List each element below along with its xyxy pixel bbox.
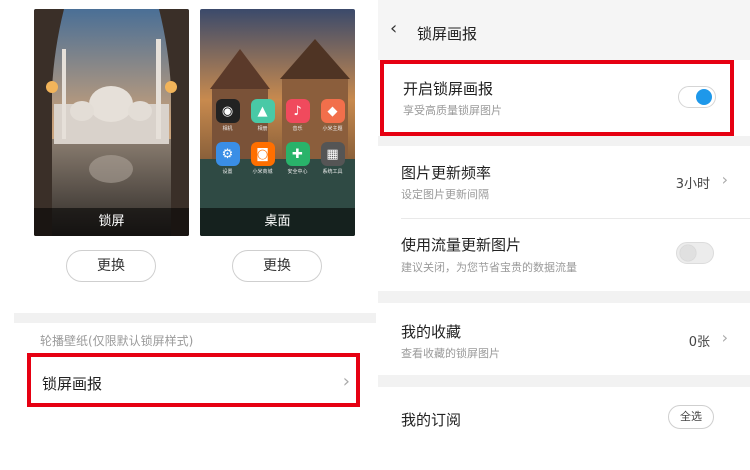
app-theme[interactable]: ◆ 小米主题 — [315, 99, 350, 132]
lockscreen-preview[interactable]: 锁屏 — [34, 9, 189, 236]
enable-toggle[interactable] — [678, 86, 716, 108]
change-lockscreen-button[interactable]: 更换 — [66, 250, 156, 282]
mosque-wallpaper — [34, 9, 189, 236]
section-divider — [14, 313, 376, 323]
music-icon: ♪ — [285, 99, 310, 123]
settings-icon: ⚙ — [215, 142, 240, 166]
subscriptions-title: 我的订阅 — [401, 411, 462, 429]
camera-icon: ◉ — [215, 99, 240, 123]
lockscreen-magazine-label: 锁屏画报 — [42, 375, 103, 393]
mobile-data-toggle[interactable] — [676, 242, 714, 264]
homescreen-caption: 桌面 — [200, 208, 355, 236]
favorites-card: 我的收藏 查看收藏的锁屏图片 0张 › — [378, 303, 750, 375]
favorites-title: 我的收藏 — [401, 323, 462, 341]
subscriptions-row[interactable]: 我的订阅 全选 — [378, 387, 750, 447]
store-icon: ◙ — [250, 142, 275, 166]
app-gallery[interactable]: ▲ 相册 — [245, 99, 280, 132]
lockscreen-magazine-entry[interactable]: 锁屏画报 › — [27, 353, 360, 407]
wallpaper-settings-panel: 锁屏 ◉ 相机 ▲ 相册 ♪ 音乐 ◆ 小米主题 ⚙ 设置 ◙ 小米商城 ✚ 安… — [0, 0, 376, 470]
enable-subtitle: 享受高质量锁屏图片 — [403, 104, 502, 117]
chevron-right-icon: › — [342, 371, 350, 392]
carousel-wallpaper-hint: 轮播壁纸(仅限默认锁屏样式) — [40, 334, 194, 348]
chevron-right-icon: › — [721, 328, 728, 347]
app-camera[interactable]: ◉ 相机 — [210, 99, 245, 132]
page-title: 锁屏画报 — [417, 25, 478, 43]
chevron-right-icon: › — [721, 170, 728, 189]
update-frequency-row[interactable]: 图片更新频率 设定图片更新间隔 3小时 › — [378, 146, 750, 218]
app-store[interactable]: ◙ 小米商城 — [245, 142, 280, 175]
app-security[interactable]: ✚ 安全中心 — [280, 142, 315, 175]
tools-icon: ▦ — [320, 142, 345, 166]
enable-lockscreen-magazine-row[interactable]: 开启锁屏画报 享受高质量锁屏图片 — [380, 60, 734, 136]
lockscreen-caption: 锁屏 — [34, 208, 189, 236]
subscriptions-card: 我的订阅 全选 — [378, 387, 750, 470]
app-settings[interactable]: ⚙ 设置 — [210, 142, 245, 175]
app-bar: ‹ 锁屏画报 — [378, 0, 750, 60]
lockscreen-magazine-settings: ‹ 锁屏画报 开启锁屏画报 享受高质量锁屏图片 图片更新频率 设定图片更新间隔 … — [378, 0, 750, 470]
frequency-title: 图片更新频率 — [401, 164, 492, 182]
change-homescreen-button[interactable]: 更换 — [232, 250, 322, 282]
toggle-knob — [696, 89, 712, 105]
homescreen-preview[interactable]: ◉ 相机 ▲ 相册 ♪ 音乐 ◆ 小米主题 ⚙ 设置 ◙ 小米商城 ✚ 安全中心… — [200, 9, 355, 236]
toggle-knob — [680, 245, 696, 261]
frequency-value: 3小时 — [675, 177, 710, 192]
mobile-data-update-row[interactable]: 使用流量更新图片 建议关闭，为您节省宝贵的数据流量 — [378, 218, 750, 291]
back-arrow-icon[interactable]: ‹ — [390, 18, 397, 39]
select-all-button[interactable]: 全选 — [668, 405, 714, 429]
data-title: 使用流量更新图片 — [401, 236, 522, 254]
shield-icon: ✚ — [285, 142, 310, 166]
app-music[interactable]: ♪ 音乐 — [280, 99, 315, 132]
favorites-count: 0张 — [688, 335, 710, 350]
update-settings-card: 图片更新频率 设定图片更新间隔 3小时 › 使用流量更新图片 建议关闭，为您节省… — [378, 146, 750, 291]
home-app-grid: ◉ 相机 ▲ 相册 ♪ 音乐 ◆ 小米主题 ⚙ 设置 ◙ 小米商城 ✚ 安全中心… — [210, 99, 350, 175]
gallery-icon: ▲ — [250, 99, 275, 123]
data-subtitle: 建议关闭，为您节省宝贵的数据流量 — [401, 261, 577, 274]
favorites-subtitle: 查看收藏的锁屏图片 — [401, 347, 500, 360]
theme-icon: ◆ — [320, 99, 345, 123]
frequency-subtitle: 设定图片更新间隔 — [401, 188, 489, 201]
favorites-row[interactable]: 我的收藏 查看收藏的锁屏图片 0张 › — [378, 303, 750, 375]
enable-title: 开启锁屏画报 — [403, 80, 494, 98]
app-tools[interactable]: ▦ 系统工具 — [315, 142, 350, 175]
